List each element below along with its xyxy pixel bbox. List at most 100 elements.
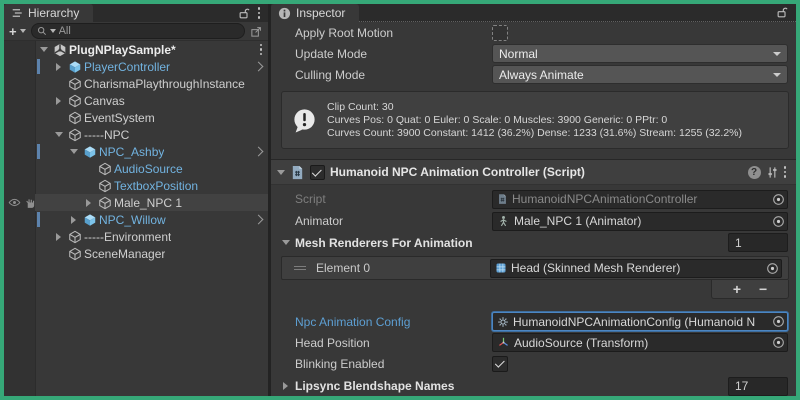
hierarchy-row-scene[interactable]: PlugNPlaySample* [4,41,268,58]
row-label: NPC_Willow [99,213,166,227]
popout-window-icon[interactable] [250,25,263,38]
lipsync-section-row[interactable]: Lipsync Blendshape Names 17 [271,375,796,397]
lipsync-size-field[interactable]: 17 [728,377,788,396]
hierarchy-row-environment[interactable]: -----Environment [4,228,268,245]
hierarchy-row-playercontroller[interactable]: PlayerController [4,58,268,75]
hierarchy-tabstrip: Hierarchy [4,4,268,22]
mesh-renderers-section-row[interactable]: Mesh Renderers For Animation 1 [271,232,796,253]
hierarchy-row-npc-group[interactable]: -----NPC [4,126,268,143]
object-picker-icon[interactable] [772,193,785,206]
element0-object-field[interactable]: Head (Skinned Mesh Renderer) [490,259,782,278]
hierarchy-row-npc-willow[interactable]: NPC_Willow [4,211,268,228]
prefab-open-chevron-icon[interactable] [255,63,268,70]
scene-menu-kebab-icon[interactable] [260,44,269,56]
create-object-button[interactable]: + [9,24,26,39]
list-element-row[interactable]: Element 0 Head (Skinned Mesh Renderer) [281,256,789,280]
search-icon [37,26,47,36]
info-bubble-icon [291,107,318,134]
prefab-cube-icon [67,60,82,74]
hierarchy-row-eventsystem[interactable]: EventSystem [4,109,268,126]
hierarchy-menu-kebab-icon[interactable] [258,7,261,19]
head-position-value: AudioSource (Transform) [514,336,768,350]
foldout-expanded-icon[interactable] [67,149,80,154]
component-enabled-checkbox[interactable] [310,165,325,180]
npc-config-row: Npc Animation Config HumanoidNPCAnimatio… [271,311,796,332]
hierarchy-row-npc-ashby[interactable]: NPC_Ashby [4,143,268,160]
script-row: Script HumanoidNPCAnimationController [271,188,796,210]
prefab-override-bar [37,212,40,227]
scene-pickability-hand-icon[interactable] [24,197,36,209]
object-picker-icon[interactable] [772,215,785,228]
animator-row: Animator Male_NPC 1 (Animator) [271,210,796,232]
prefab-cube-icon [82,145,97,159]
hierarchy-strip-space [93,4,268,22]
foldout-expanded-icon[interactable] [37,47,50,52]
hierarchy-row-textboxposition[interactable]: TextboxPosition [4,177,268,194]
mesh-renderers-list: Element 0 Head (Skinned Mesh Renderer) [281,256,789,280]
plus-icon: + [9,24,17,39]
foldout-expanded-icon[interactable] [52,132,65,137]
object-picker-icon[interactable] [766,262,779,275]
prefab-open-chevron-icon[interactable] [255,216,268,223]
apply-root-motion-label: Apply Root Motion [295,26,492,40]
update-mode-dropdown[interactable]: Normal [492,44,788,63]
row-label: TextboxPosition [114,179,198,193]
row-label: -----Environment [84,230,171,244]
animator-object-field[interactable]: Male_NPC 1 (Animator) [492,212,788,231]
foldout-collapsed-icon[interactable] [279,382,292,390]
foldout-collapsed-icon[interactable] [52,97,65,105]
foldout-collapsed-icon[interactable] [52,63,65,71]
object-picker-icon[interactable] [772,315,785,328]
scene-visibility-eye-icon[interactable] [8,196,21,209]
tab-hierarchy[interactable]: Hierarchy [4,4,93,22]
update-mode-value: Normal [499,47,538,61]
blinking-enabled-row: Blinking Enabled [271,353,796,374]
component-header[interactable]: Humanoid NPC Animation Controller (Scrip… [271,159,796,185]
component-menu-kebab-icon[interactable] [784,166,787,178]
list-add-button[interactable]: + [733,282,741,296]
foldout-collapsed-icon[interactable] [82,199,95,207]
hierarchy-row-male-npc[interactable]: Male_NPC 1 [4,194,268,211]
mesh-renderers-size-field[interactable]: 1 [728,233,788,252]
lock-open-icon[interactable] [238,7,250,20]
script-label: Script [295,192,492,206]
gameobject-cube-icon [97,179,112,193]
hierarchy-row-audiosource[interactable]: AudioSource [4,160,268,177]
row-label: AudioSource [114,162,183,176]
blinking-enabled-checkbox[interactable] [492,356,508,372]
unity-editor-window: Hierarchy + All [4,4,796,396]
search-filter-value: All [59,25,71,37]
hierarchy-search-input[interactable]: All [31,23,245,39]
list-remove-button[interactable]: − [759,282,767,296]
foldout-expanded-icon[interactable] [279,240,292,245]
npc-config-object-field[interactable]: HumanoidNPCAnimationConfig (Humanoid N [492,312,788,331]
info-icon [278,7,291,20]
lock-open-icon[interactable] [776,6,788,19]
chevron-down-icon [20,29,26,33]
head-position-row: Head Position AudioSource (Transform) [271,332,796,353]
tab-inspector[interactable]: Inspector [271,4,359,22]
gameobject-cube-icon [67,128,82,142]
inspector-panel: Inspector Apply Root Motion Update Mode … [271,4,796,396]
object-picker-icon[interactable] [772,336,785,349]
help-icon[interactable]: ? [748,166,761,179]
gameobject-cube-icon [97,196,112,210]
script-object-field[interactable]: HumanoidNPCAnimationController [492,190,788,209]
presets-icon[interactable] [766,166,779,179]
chevron-down-icon [773,52,781,56]
apply-root-motion-checkbox[interactable] [492,25,508,41]
drag-handle-icon[interactable] [294,264,306,272]
prefab-open-chevron-icon[interactable] [255,148,268,155]
foldout-collapsed-icon[interactable] [67,216,80,224]
apply-root-motion-row: Apply Root Motion [271,22,796,43]
hierarchy-row-charisma[interactable]: CharismaPlaythroughInstance [4,75,268,92]
hierarchy-row-scenemanager[interactable]: SceneManager [4,245,268,262]
culling-mode-dropdown[interactable]: Always Animate [492,65,788,84]
gameobject-cube-icon [67,230,82,244]
head-position-object-field[interactable]: AudioSource (Transform) [492,333,788,352]
row-label: EventSystem [84,111,155,125]
foldout-collapsed-icon[interactable] [52,233,65,241]
hierarchy-row-canvas[interactable]: Canvas [4,92,268,109]
lipsync-label: Lipsync Blendshape Names [295,379,454,393]
foldout-expanded-icon[interactable] [277,170,285,175]
